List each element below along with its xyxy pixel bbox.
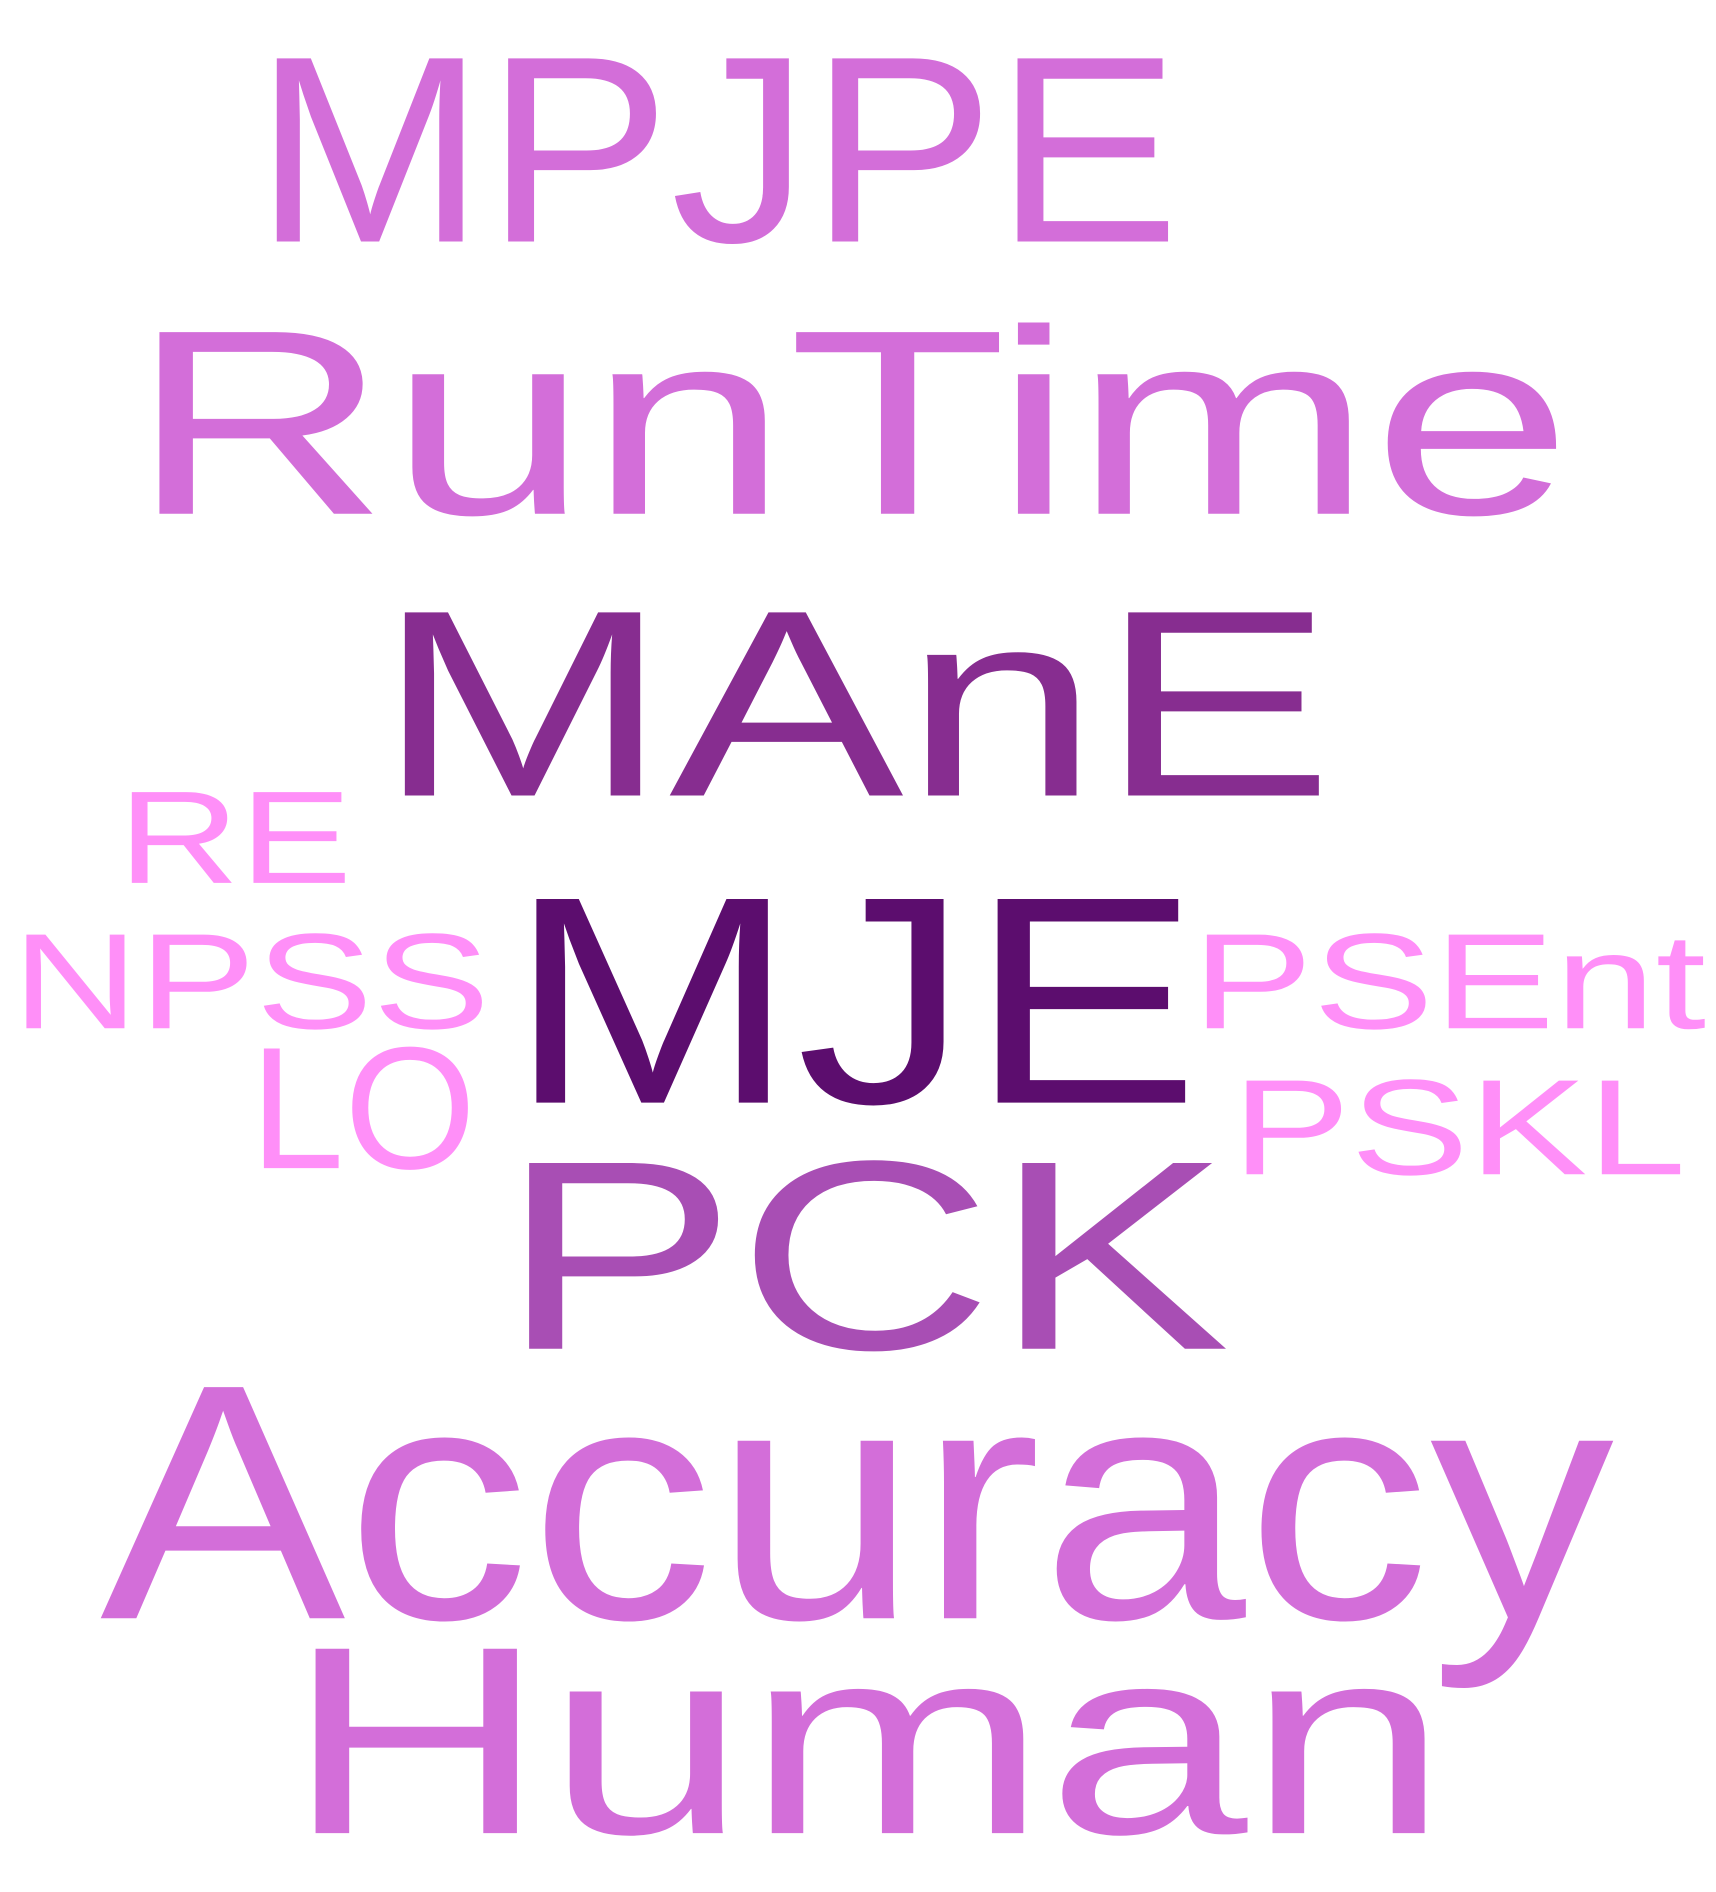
- word-mpjpe: MPJPE: [254, 2, 1180, 300]
- word-mane: MAnE: [376, 556, 1334, 854]
- word-lo: LO: [250, 1011, 476, 1207]
- word-psent: PSEnt: [1192, 905, 1706, 1059]
- word-cloud: MPJPE RunTime MAnE RE NPSS MJE PSEnt LO …: [0, 0, 1716, 1884]
- word-re: RE: [118, 764, 352, 912]
- word-pskl: PSKL: [1232, 1051, 1686, 1205]
- word-runtime: RunTime: [130, 276, 1572, 572]
- word-human: Human: [286, 1591, 1448, 1892]
